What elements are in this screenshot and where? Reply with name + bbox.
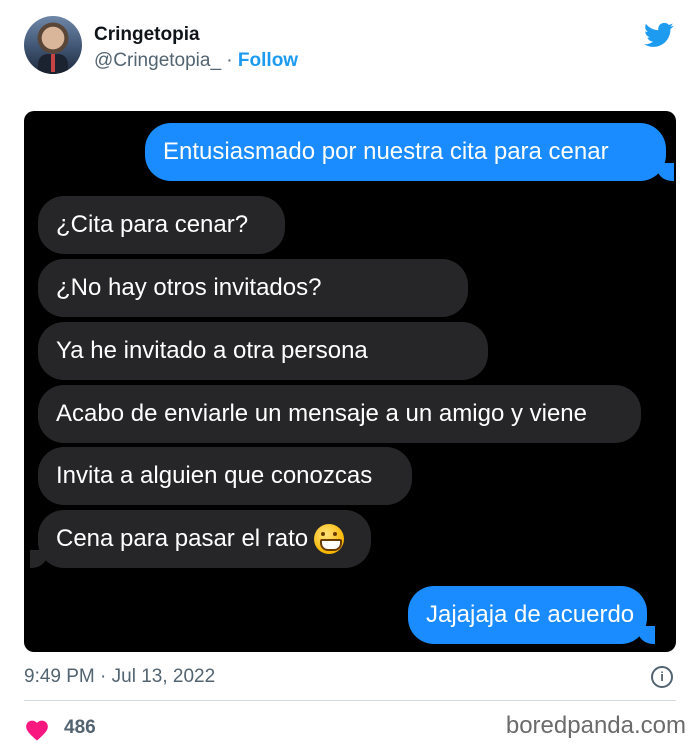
watermark: boredpanda.com bbox=[505, 712, 686, 739]
message-text: Cena para pasar el rato bbox=[56, 525, 309, 552]
heart-icon[interactable] bbox=[24, 717, 50, 741]
avatar[interactable] bbox=[24, 16, 82, 74]
message-text: Entusiasmado por nuestra cita para cenar bbox=[163, 138, 609, 165]
message-text: Invita a alguien que conozcas bbox=[56, 462, 373, 489]
message-text: Jajajaja de acuerdo bbox=[426, 601, 635, 628]
message-text: Ya he invitado a otra persona bbox=[56, 337, 368, 364]
tweet-timestamp[interactable]: 9:49 PM · Jul 13, 2022 bbox=[24, 666, 215, 688]
message-bubble-sent: Jajajaja de acuerdo bbox=[408, 586, 647, 644]
message-bubble-received: Invita a alguien que conozcas bbox=[38, 447, 412, 505]
message-bubble-received: Ya he invitado a otra persona bbox=[38, 322, 488, 380]
message-bubble-sent: Entusiasmado por nuestra cita para cenar bbox=[145, 123, 666, 181]
message-bubble-received: ¿Cita para cenar? bbox=[38, 196, 285, 254]
tweet-header: Cringetopia @Cringetopia_ · Follow bbox=[24, 14, 684, 84]
grinning-face-icon bbox=[314, 524, 345, 554]
message-text: Acabo de enviarle un mensaje a un amigo … bbox=[56, 400, 587, 427]
message-text: ¿No hay otros invitados? bbox=[56, 274, 322, 301]
divider bbox=[24, 700, 676, 701]
message-bubble-received: Cena para pasar el rato bbox=[38, 510, 371, 568]
user-handle[interactable]: @Cringetopia_ bbox=[94, 50, 221, 71]
display-name[interactable]: Cringetopia bbox=[94, 24, 200, 46]
info-icon[interactable]: i bbox=[651, 666, 673, 688]
message-bubble-received: ¿No hay otros invitados? bbox=[38, 259, 468, 317]
message-text: ¿Cita para cenar? bbox=[56, 211, 249, 238]
follow-button[interactable]: Follow bbox=[238, 50, 298, 71]
separator: · bbox=[221, 50, 238, 71]
message-bubble-received: Acabo de enviarle un mensaje a un amigo … bbox=[38, 385, 641, 443]
handle-row: @Cringetopia_ · Follow bbox=[94, 50, 298, 72]
twitter-bird-icon[interactable] bbox=[642, 20, 676, 50]
like-count: 486 bbox=[64, 717, 96, 738]
message-screenshot: Entusiasmado por nuestra cita para cenar… bbox=[24, 111, 676, 652]
